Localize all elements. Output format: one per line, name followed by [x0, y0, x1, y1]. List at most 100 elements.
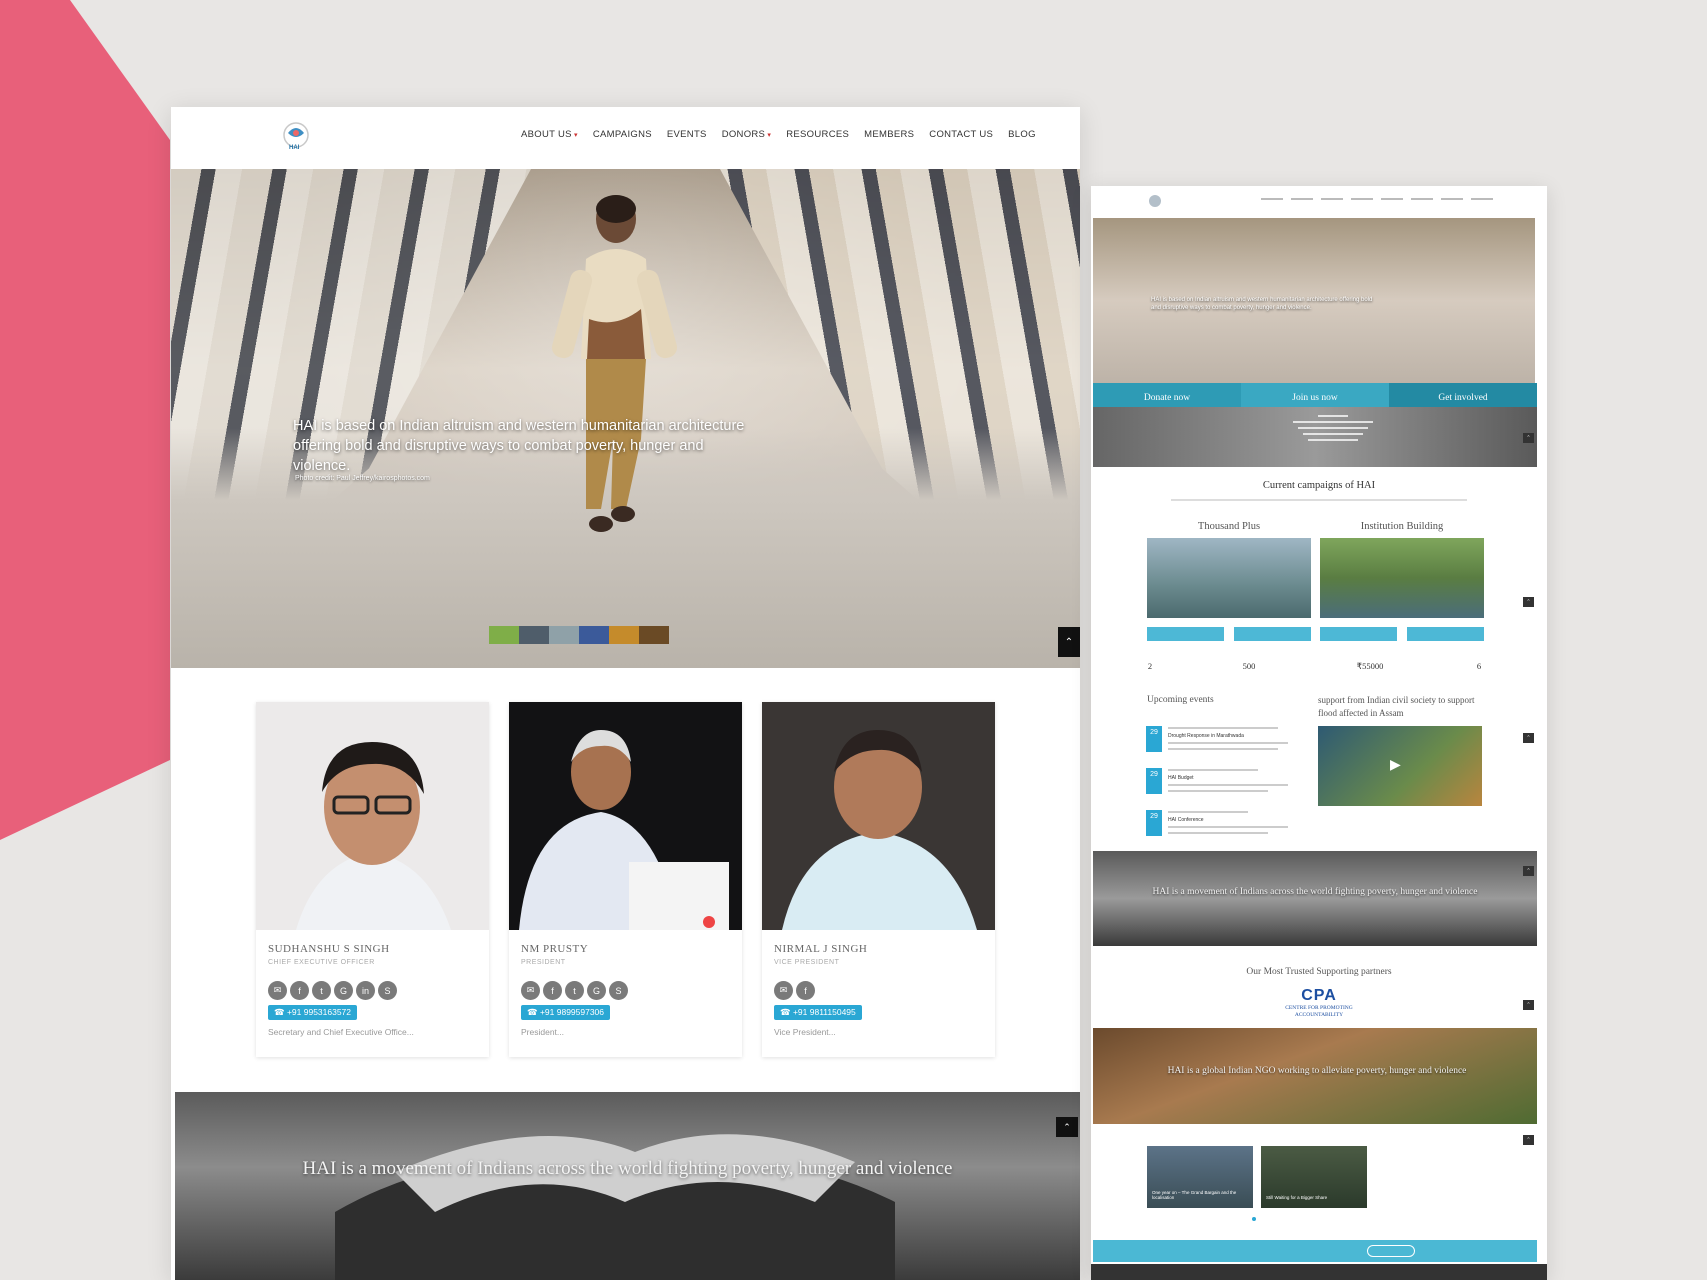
- stat-value: 6: [1476, 661, 1482, 671]
- nav-item-events[interactable]: EVENTS: [667, 129, 707, 140]
- campaign-button[interactable]: [1320, 627, 1397, 641]
- stat-value: 2: [1147, 661, 1153, 671]
- scroll-up-icon[interactable]: ⌃: [1056, 1117, 1078, 1137]
- desktop-mockup: HAI ABOUT US ▾ CAMPAIGNS EVENTS DONORS ▾ RES…: [171, 107, 1080, 1280]
- full-page-mockup: HAI is based on Indian altruism and west…: [1091, 186, 1547, 1280]
- campaign-button[interactable]: [1147, 627, 1224, 641]
- nav-item-campaigns[interactable]: CAMPAIGNS: [593, 129, 652, 140]
- stat-value: 500: [1242, 661, 1256, 671]
- ngo-text: HAI is a global Indian NGO working to al…: [1167, 1066, 1467, 1076]
- hero-caption: HAI is based on Indian altruism and west…: [293, 418, 745, 474]
- volunteer-button[interactable]: [1367, 1245, 1415, 1257]
- blog-title: Still Waiting for a Bigger Share: [1266, 1195, 1328, 1200]
- phone-badge[interactable]: ☎ +91 9899597306: [521, 1005, 611, 1020]
- campaigns-title: Current campaigns of HAI: [1262, 480, 1376, 491]
- slider-thumb[interactable]: [549, 626, 579, 644]
- social-links: ✉ f t G in S: [268, 981, 397, 1000]
- campaigns-subtitle: [1171, 499, 1467, 501]
- event-item[interactable]: 29 Drought Response in Marathwada: [1146, 726, 1296, 758]
- event-title: Drought Response in Marathwada: [1168, 733, 1244, 739]
- member-photo: [509, 702, 742, 930]
- member-name: SUDHANSHU S SINGH: [268, 943, 390, 955]
- email-icon[interactable]: ✉: [521, 981, 540, 1000]
- member-name: NIRMAL J SINGH: [774, 943, 868, 955]
- nav-label: DONORS: [721, 129, 766, 140]
- slider-thumb[interactable]: [639, 626, 669, 644]
- social-links: ✉ f: [774, 981, 815, 1000]
- site-header: HAI ABOUT US ▾ CAMPAIGNS EVENTS DONORS ▾ RES…: [171, 107, 1080, 168]
- cpa-logo[interactable]: CPA CENTRE FOR PROMOTING ACCOUNTABILITY: [1269, 987, 1369, 1019]
- nav-label: BLOG: [1008, 129, 1036, 140]
- slider-thumb[interactable]: [519, 626, 549, 644]
- scroll-up-icon[interactable]: ⌃: [1523, 1000, 1534, 1010]
- skype-icon[interactable]: S: [609, 981, 628, 1000]
- play-icon[interactable]: ▶: [1390, 756, 1401, 773]
- campaign-image[interactable]: [1320, 538, 1484, 618]
- scroll-up-icon[interactable]: ⌃: [1523, 433, 1534, 443]
- nav-label: CAMPAIGNS: [592, 129, 652, 140]
- logo-text: HAI: [289, 145, 300, 151]
- facebook-icon[interactable]: f: [290, 981, 309, 1000]
- linkedin-icon[interactable]: in: [356, 981, 375, 1000]
- blog-card[interactable]: Still Waiting for a Bigger Share: [1261, 1146, 1367, 1208]
- nav-label: CONTACT US: [929, 129, 994, 140]
- email-icon[interactable]: ✉: [268, 981, 287, 1000]
- campaign-image[interactable]: [1147, 538, 1311, 618]
- google-plus-icon[interactable]: G: [587, 981, 606, 1000]
- movement-band: HAI is a movement of Indians across the …: [1093, 851, 1537, 946]
- campaign-button[interactable]: [1234, 627, 1311, 641]
- slider-thumb[interactable]: [489, 626, 519, 644]
- member-description: President...: [521, 1027, 564, 1037]
- nav-item-about-us[interactable]: ABOUT US ▾: [521, 129, 578, 140]
- blog-title: One year on – The Grand Bargain and the …: [1152, 1190, 1237, 1200]
- blog-card[interactable]: One year on – The Grand Bargain and the …: [1147, 1146, 1253, 1208]
- member-description: Vice President...: [774, 1027, 836, 1037]
- skype-icon[interactable]: S: [378, 981, 397, 1000]
- slider-thumb[interactable]: [609, 626, 639, 644]
- phone-badge[interactable]: ☎ +91 9953163572: [268, 1005, 358, 1020]
- scroll-up-icon[interactable]: ⌃: [1058, 627, 1080, 657]
- cpa-logo-subtitle: CENTRE FOR PROMOTING ACCOUNTABILITY: [1285, 1005, 1353, 1018]
- nav-item-members[interactable]: MEMBERS: [864, 129, 914, 140]
- scroll-up-icon[interactable]: ⌃: [1523, 1135, 1534, 1145]
- twitter-icon[interactable]: t: [312, 981, 331, 1000]
- scroll-up-icon[interactable]: ⌃: [1523, 597, 1534, 607]
- flood-video[interactable]: ▶: [1318, 726, 1482, 806]
- facebook-icon[interactable]: f: [543, 981, 562, 1000]
- email-icon[interactable]: ✉: [774, 981, 793, 1000]
- campaign-title: Institution Building: [1360, 521, 1444, 532]
- social-links: ✉ f t G S: [521, 981, 628, 1000]
- join-us-button[interactable]: Join us now: [1241, 383, 1389, 407]
- phone-badge[interactable]: ☎ +91 9811150495: [774, 1005, 862, 1020]
- slider-thumbnails: [489, 626, 669, 644]
- campaign-button[interactable]: [1407, 627, 1484, 641]
- nav-item-resources[interactable]: RESOURCES: [786, 129, 849, 140]
- event-date: 29: [1146, 810, 1162, 836]
- scroll-up-icon[interactable]: ⌃: [1523, 866, 1534, 876]
- get-involved-button[interactable]: Get involved: [1389, 383, 1537, 407]
- volunteer-bar: [1093, 1240, 1537, 1262]
- scroll-up-icon[interactable]: ⌃: [1523, 733, 1534, 743]
- cta-bar: Donate now Join us now Get involved: [1093, 383, 1537, 407]
- event-item[interactable]: 29 HAI Conference: [1146, 810, 1296, 842]
- stat-value: ₹55000: [1356, 661, 1384, 671]
- team-section: SUDHANSHU S SINGH CHIEF EXECUTIVE OFFICE…: [256, 702, 995, 1057]
- google-plus-icon[interactable]: G: [334, 981, 353, 1000]
- event-item[interactable]: 29 HAI Budget: [1146, 768, 1296, 800]
- facebook-icon[interactable]: f: [796, 981, 815, 1000]
- nav-item-contact-us[interactable]: CONTACT US: [929, 129, 993, 140]
- events-title: Upcoming events: [1147, 695, 1214, 705]
- carousel-dot[interactable]: [1252, 1217, 1256, 1221]
- nav-item-blog[interactable]: BLOG: [1008, 129, 1036, 140]
- donate-now-button[interactable]: Donate now: [1093, 383, 1241, 407]
- member-role: VICE PRESIDENT: [774, 959, 840, 966]
- child-running-image: [551, 195, 678, 532]
- movement-text: HAI is a movement of Indians across the …: [302, 1158, 953, 1179]
- campaign-title: Thousand Plus: [1197, 521, 1261, 532]
- phone-number: +91 9899597306: [539, 1007, 605, 1017]
- hai-logo-icon[interactable]: [1149, 195, 1161, 207]
- nav-item-donors[interactable]: DONORS ▾: [722, 129, 772, 140]
- phone-number: +91 9953163572: [286, 1007, 352, 1017]
- twitter-icon[interactable]: t: [565, 981, 584, 1000]
- slider-thumb[interactable]: [579, 626, 609, 644]
